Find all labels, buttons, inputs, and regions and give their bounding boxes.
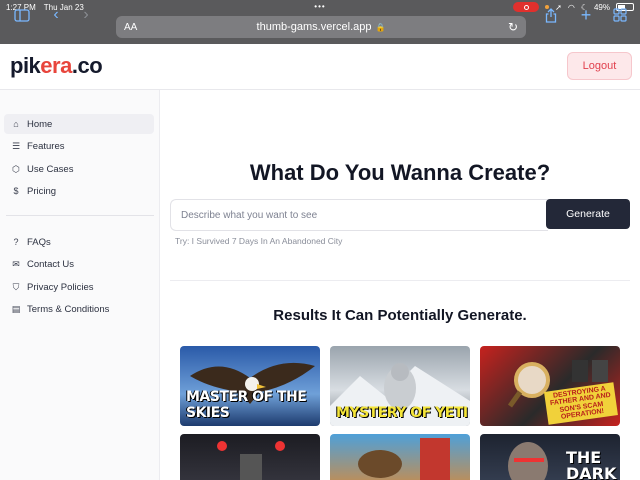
sidebar: ⌂ Home ☰ Features ⬡ Use Cases $ Pricing … bbox=[0, 90, 160, 480]
thumbnail-example[interactable]: DESTROYING A FATHER AND AND SON'S SCAM O… bbox=[480, 346, 620, 426]
address-bar[interactable]: AA thumb-gams.vercel.app 🔒 ↻ bbox=[116, 16, 526, 38]
sidebar-item-use-cases[interactable]: ⬡ Use Cases bbox=[4, 159, 154, 179]
sidebar-toggle-icon[interactable] bbox=[12, 6, 32, 24]
generate-button[interactable]: Generate bbox=[546, 199, 630, 229]
section-divider bbox=[170, 280, 630, 281]
sidebar-item-terms[interactable]: ▤ Terms & Conditions bbox=[4, 299, 154, 319]
sidebar-item-label: Features bbox=[27, 140, 65, 152]
sidebar-item-label: Contact Us bbox=[27, 258, 74, 270]
thumbnail-example[interactable]: MASTER OF THE SKIES bbox=[180, 346, 320, 426]
share-icon[interactable] bbox=[541, 6, 561, 24]
sidebar-item-label: Pricing bbox=[27, 185, 57, 197]
help-icon: ? bbox=[13, 237, 19, 247]
lock-icon: 🔒 bbox=[375, 22, 386, 32]
mail-icon: ✉ bbox=[12, 258, 20, 269]
thumbnail-example[interactable]: THE DARK bbox=[480, 434, 620, 480]
dollar-icon: $ bbox=[13, 186, 19, 196]
prompt-input[interactable] bbox=[170, 199, 548, 231]
wifi-icon: ◠ bbox=[567, 2, 575, 12]
screen-record-icon bbox=[513, 2, 540, 12]
sidebar-item-home[interactable]: ⌂ Home bbox=[4, 114, 154, 134]
crypto-illustration bbox=[217, 441, 285, 480]
shield-icon: ⛉ bbox=[12, 281, 20, 292]
back-icon[interactable]: ‹ bbox=[46, 6, 66, 24]
thumbnail-example[interactable]: MYSTERY OF YETI bbox=[330, 346, 470, 426]
dog-illustration bbox=[358, 438, 450, 480]
box-icon: ⬡ bbox=[12, 163, 20, 174]
results-title: Results It Can Potentially Generate. bbox=[273, 307, 527, 324]
multitask-dots-icon[interactable]: ••• bbox=[314, 2, 325, 11]
sidebar-item-label: FAQs bbox=[27, 236, 51, 248]
logo[interactable]: pikera.co bbox=[10, 53, 103, 79]
home-icon: ⌂ bbox=[13, 119, 19, 129]
thumbnail-caption: THE DARK bbox=[566, 448, 617, 480]
thumbnail-example[interactable] bbox=[330, 434, 470, 480]
logo-accent-text: era bbox=[40, 53, 72, 78]
sidebar-item-label: Privacy Policies bbox=[27, 281, 94, 293]
prompt-hint[interactable]: Try: I Survived 7 Days In An Abandoned C… bbox=[175, 236, 342, 246]
sidebar-item-features[interactable]: ☰ Features bbox=[4, 136, 154, 156]
logout-button[interactable]: Logout bbox=[567, 52, 632, 80]
site-header: pikera.co Logout bbox=[0, 44, 640, 90]
sidebar-divider bbox=[6, 215, 154, 216]
logo-suffix-text: .co bbox=[71, 53, 103, 78]
thumbnail-caption: MASTER OF THE SKIES bbox=[186, 389, 307, 421]
thumbnail-caption: MYSTERY OF YETI bbox=[336, 405, 468, 421]
text-size-button[interactable]: AA bbox=[124, 22, 137, 33]
page-title: What Do You Wanna Create? bbox=[249, 160, 551, 185]
document-icon: ▤ bbox=[11, 303, 21, 314]
tabs-overview-icon[interactable] bbox=[610, 6, 630, 24]
reload-icon[interactable]: ↻ bbox=[508, 20, 518, 34]
list-icon: ☰ bbox=[11, 140, 21, 151]
url-text: thumb-gams.vercel.app bbox=[256, 21, 372, 33]
logo-text: pik bbox=[10, 53, 41, 78]
sidebar-item-label: Home bbox=[27, 118, 53, 130]
sidebar-item-label: Terms & Conditions bbox=[27, 303, 110, 315]
new-tab-icon[interactable]: + bbox=[576, 5, 596, 25]
sidebar-item-faqs[interactable]: ? FAQs bbox=[4, 232, 154, 252]
thumbnail-example[interactable] bbox=[180, 434, 320, 480]
forward-icon[interactable]: › bbox=[76, 6, 96, 24]
sidebar-item-privacy[interactable]: ⛉ Privacy Policies bbox=[4, 277, 154, 297]
sidebar-item-contact[interactable]: ✉ Contact Us bbox=[4, 254, 154, 274]
sidebar-item-label: Use Cases bbox=[27, 163, 74, 175]
sidebar-item-pricing[interactable]: $ Pricing bbox=[4, 181, 154, 201]
battery-percent: 49% bbox=[593, 2, 610, 12]
